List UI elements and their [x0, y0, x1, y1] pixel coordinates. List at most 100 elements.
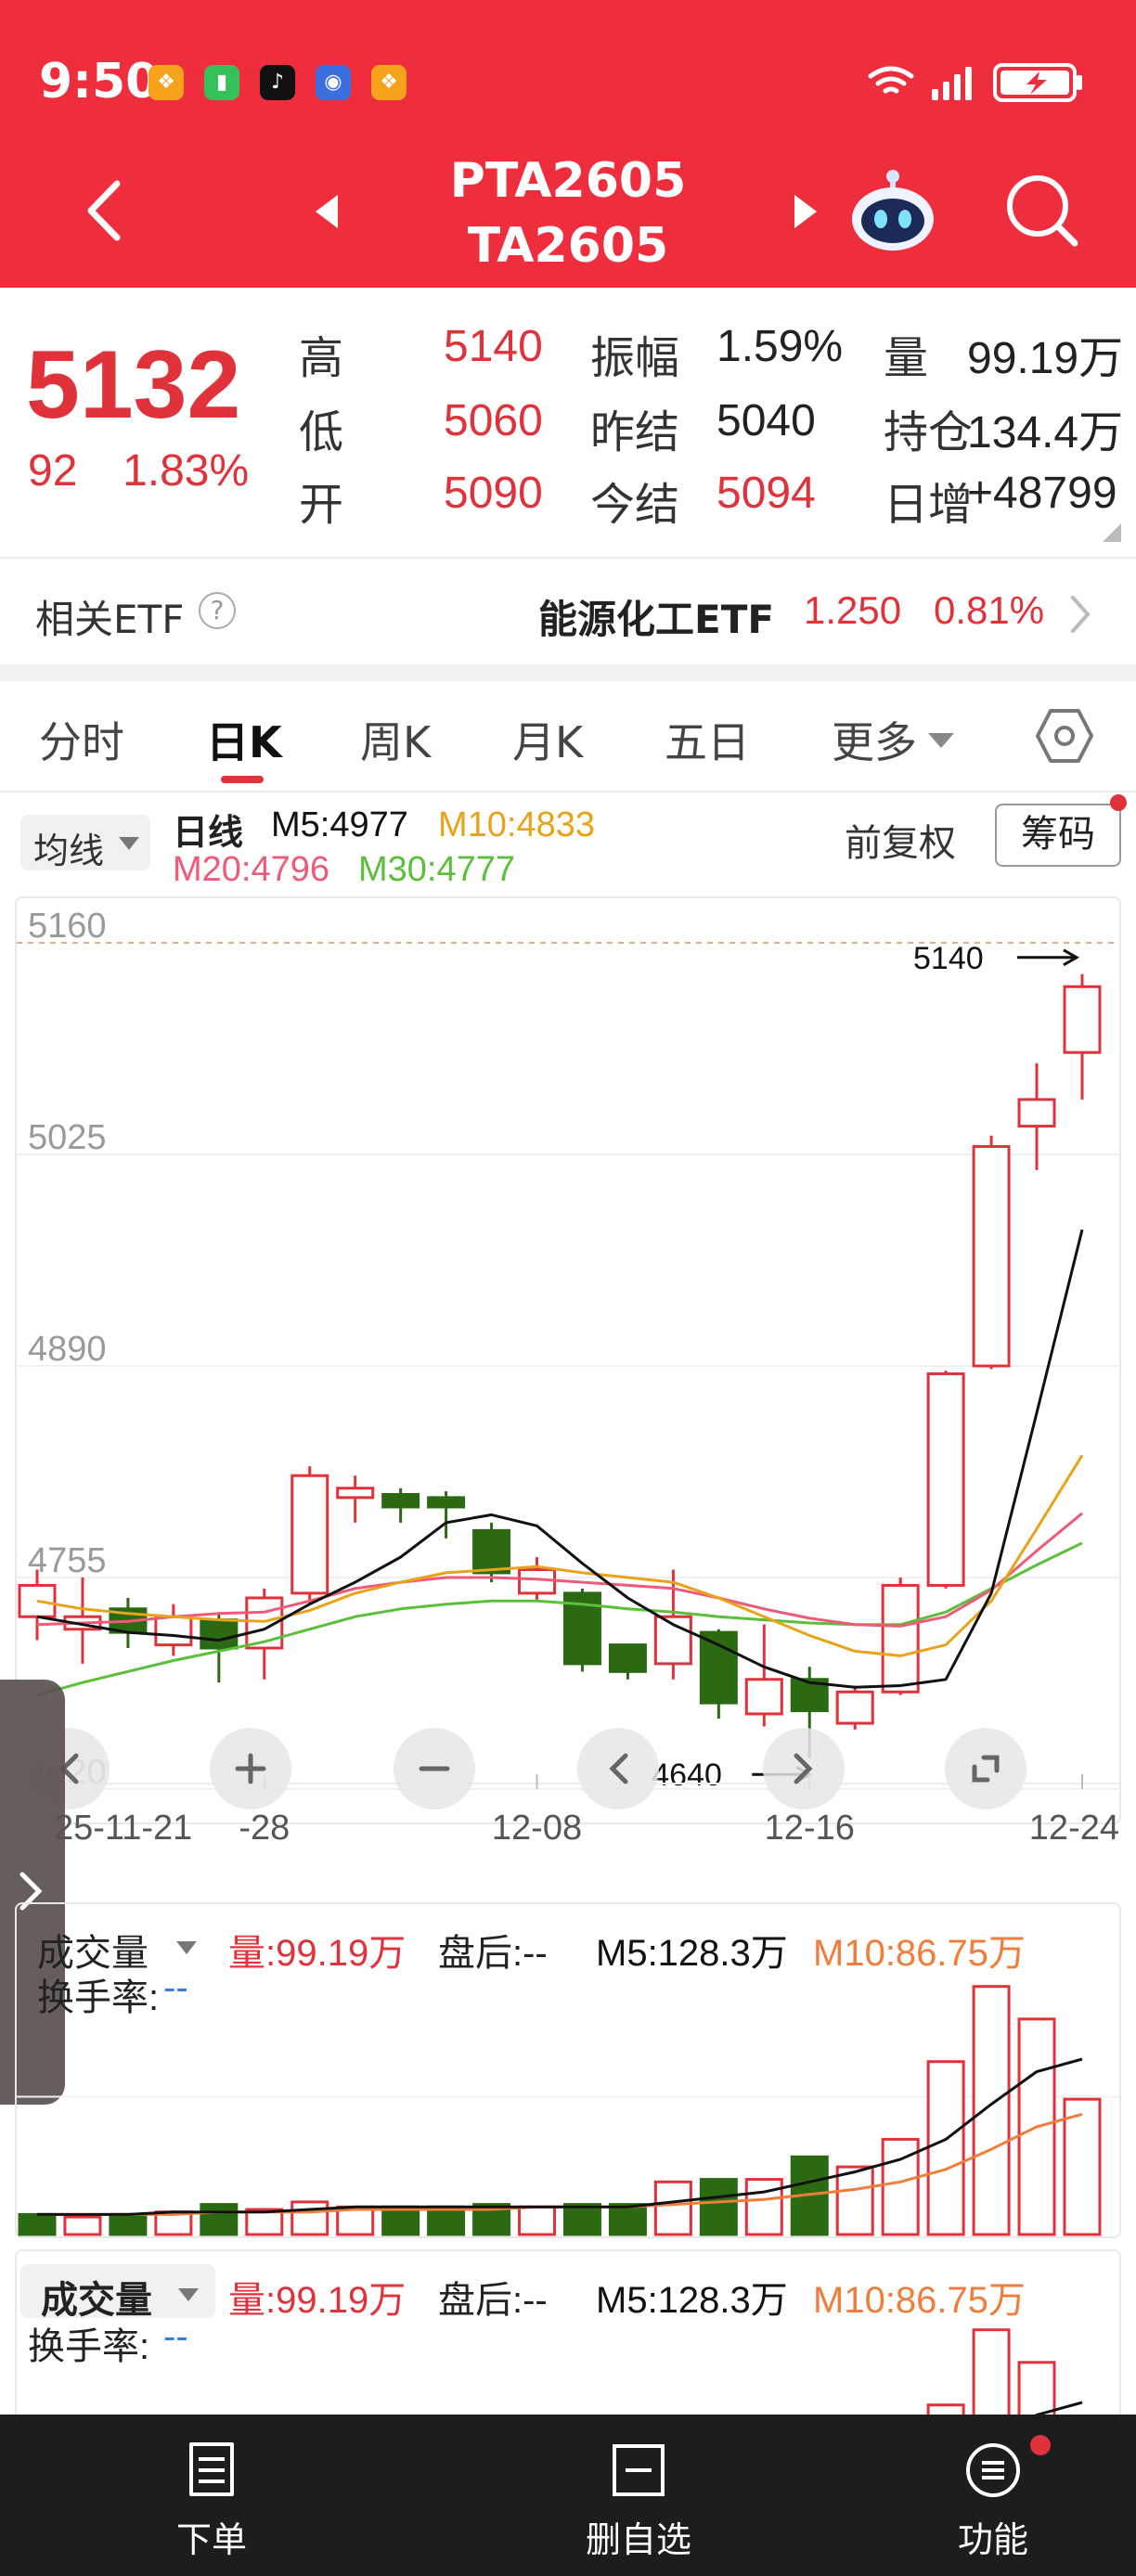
quote-value: +48799: [967, 469, 1117, 518]
notification-app-icon: ❖: [148, 65, 184, 100]
candle-body: [154, 1615, 193, 1647]
status-bar: 9:50 ❖ ▮ ♪ ◉ ❖: [0, 46, 1136, 121]
next-contract-icon[interactable]: [791, 193, 820, 230]
page-title: PTA2605: [449, 153, 687, 209]
notification-dot: [1030, 2435, 1051, 2455]
volume-bar: [562, 2203, 601, 2236]
tab-daily-k[interactable]: 日K: [206, 709, 282, 770]
volume-bar: [926, 2060, 965, 2236]
section-divider: [0, 664, 1136, 681]
etf-name: 能源化工ETF: [538, 597, 775, 642]
quote-value: 5140: [444, 322, 543, 371]
quote-value: 1.59%: [716, 322, 844, 371]
volume-ma10: M10:86.75万: [813, 1933, 1026, 1974]
zoom-out-icon[interactable]: [394, 1728, 475, 1810]
search-icon[interactable]: [1004, 173, 1080, 249]
page-subtitle: TA2605: [467, 218, 669, 274]
volume-bar: [744, 2178, 783, 2236]
help-icon[interactable]: ?: [199, 592, 236, 629]
robot-assistant-icon[interactable]: [846, 167, 939, 256]
tab-five-day[interactable]: 五日: [665, 709, 750, 770]
nav-place-order[interactable]: 下单: [72, 2415, 351, 2576]
quote-label: 量: [884, 334, 929, 383]
remove-square-icon: [613, 2444, 665, 2496]
y-tick-label: 4755: [28, 1541, 107, 1580]
etf-label: 相关ETF: [35, 597, 185, 642]
y-tick-label: 5025: [28, 1118, 107, 1157]
candle-body: [290, 1474, 329, 1595]
ma5-value: M5:4977: [271, 805, 408, 844]
change-value: 92: [28, 446, 78, 496]
volume-bar: [200, 2203, 239, 2236]
chevron-right-icon: [1071, 596, 1091, 633]
volume-bar: [699, 2178, 738, 2236]
etf-price: 1.250: [804, 588, 902, 632]
turnover-label: 换手率:: [28, 2326, 150, 2367]
quote-label: 日增: [884, 481, 974, 530]
ma-lines: [36, 1229, 1084, 1697]
adjust-label[interactable]: 前复权: [845, 813, 956, 867]
quote-panel: 5132 92 1.83% 高 5140 低 5060 开 5090 振幅 1.59% 昨结 50…: [0, 288, 1136, 557]
volume-panel-secondary[interactable]: 成交量 量:99.19万 盘后:-- M5:128.3万 M10:86.75万 …: [0, 2249, 1136, 2416]
candle-body: [835, 1690, 874, 1725]
chips-badge: [1110, 794, 1127, 811]
chart-settings-icon[interactable]: [1034, 705, 1095, 766]
chips-button[interactable]: 筹码: [995, 804, 1121, 867]
active-tab-indicator: [221, 776, 264, 783]
control-button-bg: [763, 1728, 845, 1810]
scroll-next-icon[interactable]: [763, 1728, 845, 1810]
y-tick-label: 5160: [28, 907, 107, 946]
tab-monthly-k[interactable]: 月K: [512, 709, 583, 770]
candle-body: [1063, 985, 1102, 1054]
quote-label: 高: [299, 334, 344, 383]
bottom-nav: 下单 删自选 功能: [0, 2415, 1136, 2576]
kline-svg[interactable]: 516050254890475546205140464025-11-21-281…: [0, 896, 1136, 1889]
candle-body: [744, 1678, 783, 1716]
candlestick-chart[interactable]: 516050254890475546205140464025-11-21-281…: [0, 896, 1136, 1889]
after-hours-value: 盘后:--: [438, 2280, 548, 2321]
quote-label: 振幅: [590, 334, 680, 383]
volume-bar: [63, 2215, 102, 2236]
scroll-prev-icon[interactable]: [577, 1728, 659, 1810]
caret-down-icon: [176, 1941, 197, 1954]
fullscreen-icon[interactable]: [945, 1728, 1026, 1810]
indicator-select[interactable]: 均线: [20, 815, 150, 871]
tab-weekly-k[interactable]: 周K: [360, 709, 431, 770]
volume-bar: [518, 2205, 557, 2236]
tab-time-share[interactable]: 分时: [39, 709, 124, 770]
notification-app-icon: ◉: [316, 65, 351, 100]
nav-functions[interactable]: 功能: [854, 2415, 1132, 2576]
quote-label: 今结: [590, 481, 680, 530]
status-icons: [867, 59, 1090, 106]
volume-bar: [427, 2205, 466, 2236]
zoom-in-icon[interactable]: [210, 1728, 291, 1810]
ma10-line: [36, 1454, 1084, 1657]
status-time: 9:50: [39, 54, 160, 109]
x-tick-label: 12-08: [492, 1809, 582, 1848]
order-document-icon: [189, 2442, 234, 2496]
control-button-bg: [577, 1728, 659, 1810]
volume-value: 量:99.19万: [228, 2280, 407, 2321]
nav-remove-watchlist[interactable]: 删自选: [499, 2415, 778, 2576]
caret-down-icon: [178, 2288, 199, 2301]
high-marker-arrow: [1017, 948, 1080, 967]
volume-bar: [972, 1985, 1011, 2236]
tab-more[interactable]: 更多: [832, 709, 917, 770]
quote-label: 持仓: [884, 408, 974, 457]
signal-icon: [932, 67, 972, 100]
candle-body: [699, 1630, 738, 1705]
related-etf-row[interactable]: 相关ETF ? 能源化工ETF 1.250 0.81%: [0, 557, 1136, 664]
expand-corner-icon[interactable]: [1101, 522, 1123, 544]
x-tick-label: 12-24: [1029, 1809, 1119, 1848]
candle-body: [926, 1372, 965, 1587]
quote-value: 5094: [716, 469, 816, 518]
change-percent: 1.83%: [123, 446, 250, 496]
volume-ma10-line: [37, 2112, 1083, 2216]
candle-body: [972, 1145, 1011, 1368]
volume-panel[interactable]: 成交量 量:99.19万 盘后:-- M5:128.3万 M10:86.75万 …: [0, 1902, 1136, 2246]
quote-value: 5090: [444, 469, 543, 518]
turnover-value: --: [163, 1967, 188, 2008]
x-tick-label: -28: [239, 1809, 290, 1848]
nav-label: 功能: [957, 2519, 1028, 2560]
quote-value: 99.19万: [967, 334, 1124, 383]
